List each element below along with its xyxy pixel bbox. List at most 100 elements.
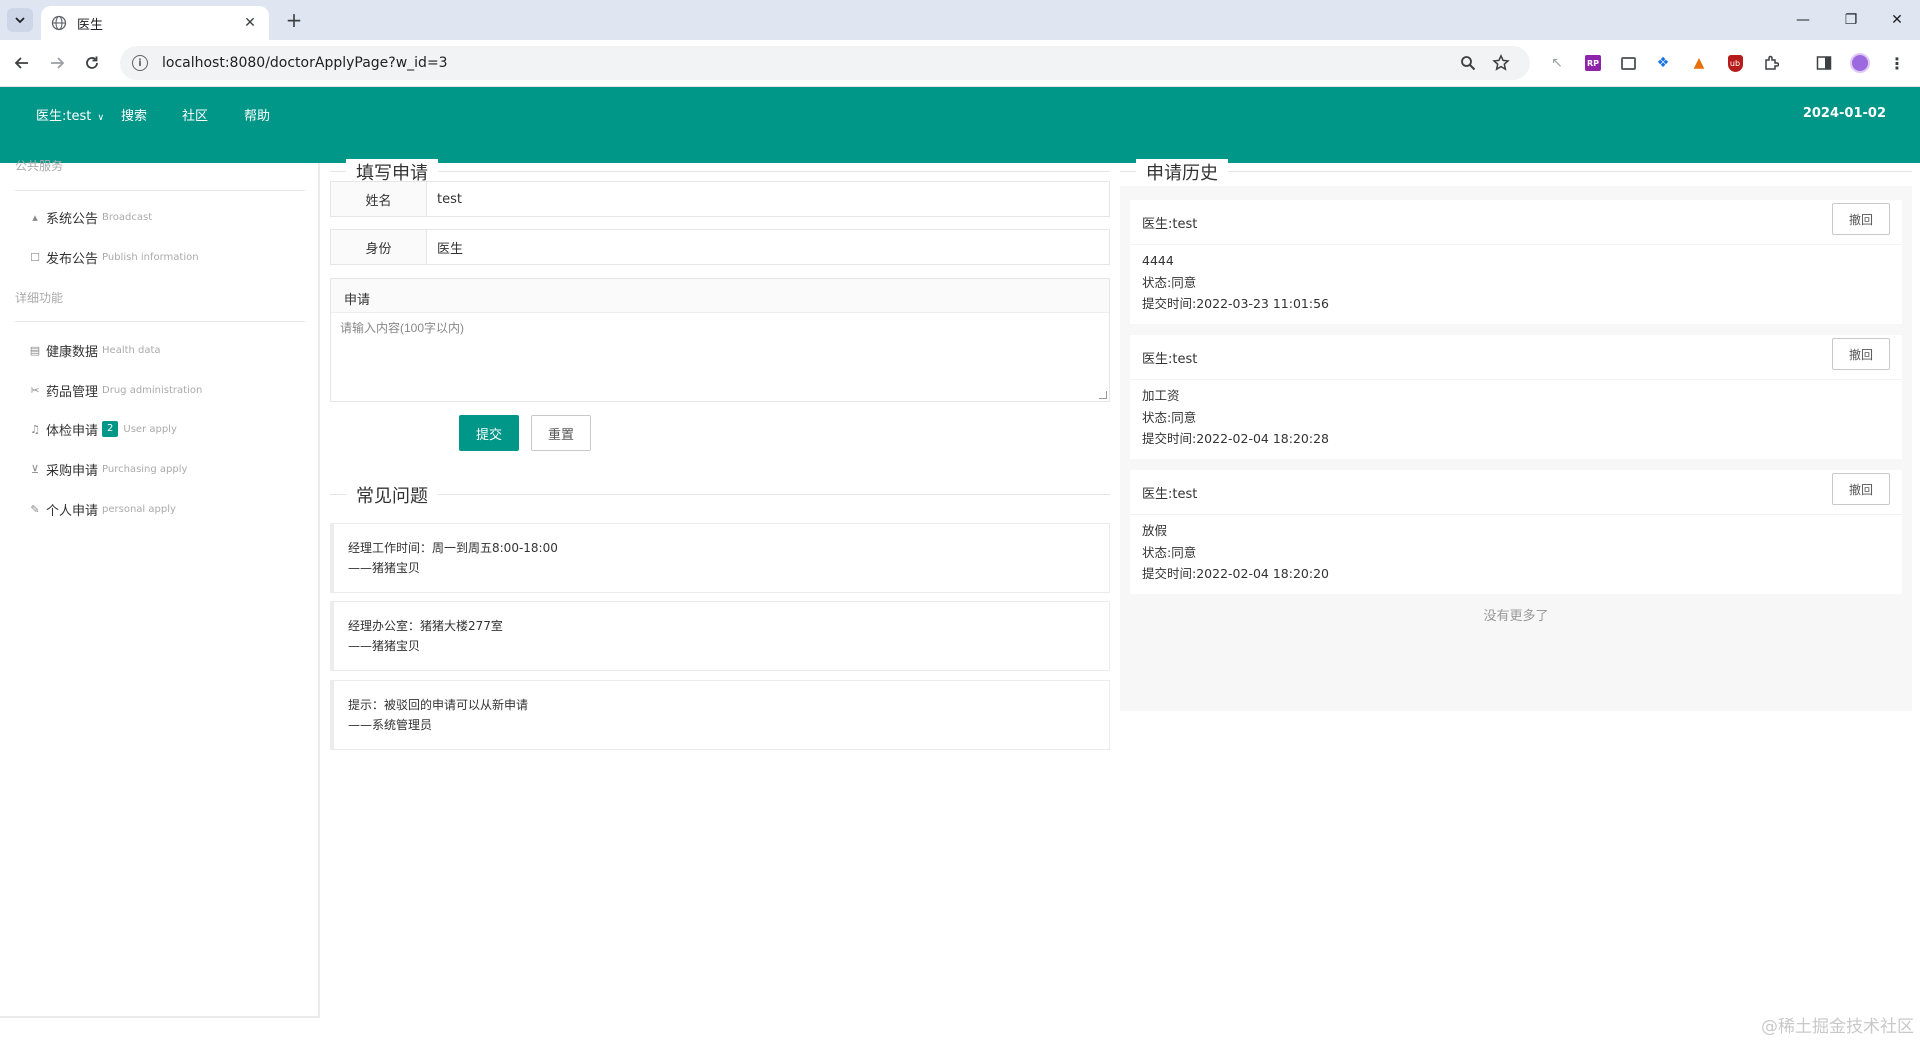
name-label: 姓名 — [331, 182, 427, 216]
history-author: 医生:test — [1142, 487, 1198, 502]
sidebar-item-label: 采购申请 — [46, 463, 99, 479]
submit-button[interactable]: 提交 — [459, 415, 519, 451]
name-field[interactable]: test — [427, 182, 1109, 216]
minimize-icon[interactable]: — — [1788, 8, 1818, 32]
withdraw-button[interactable]: 撤回 — [1832, 338, 1890, 370]
section-divider — [330, 494, 1110, 495]
history-status: 状态:同意 — [1142, 409, 1197, 425]
nav-community[interactable]: 社区 — [182, 105, 208, 124]
apply-box: 申请 — [330, 278, 1110, 402]
window-close-icon[interactable]: ✕ — [1882, 8, 1912, 32]
watermark: @稀土掘金技术社区 — [1761, 1017, 1914, 1037]
bookmark-star-icon[interactable] — [1492, 46, 1510, 80]
apply-textarea[interactable] — [331, 313, 1109, 401]
history-divider — [1130, 379, 1902, 380]
extension-rp-icon[interactable]: RP — [1582, 52, 1604, 74]
sidebar-item-broadcast[interactable]: ▴ 系统公告 Broadcast — [28, 207, 152, 227]
sidebar-item-drug[interactable]: ✂ 药品管理 Drug administration — [28, 380, 202, 400]
faq-section-title: 常见问题 — [346, 482, 438, 508]
extension-shield-icon[interactable]: ub — [1724, 52, 1746, 74]
identity-row: 身份 医生 — [330, 229, 1110, 265]
resize-grip-icon[interactable] — [1099, 391, 1107, 399]
chevron-down-icon: ∨ — [97, 113, 105, 123]
faq-item: 提示：被驳回的申请可以从新申请 ——系统管理员 — [330, 680, 1110, 750]
back-icon[interactable] — [10, 51, 34, 75]
faq-author: ——系统管理员 — [348, 718, 433, 732]
sidebar-item-subtitle: Broadcast — [102, 211, 153, 223]
sidebar-item-personal[interactable]: ✎ 个人申请 personal apply — [28, 499, 176, 519]
drug-icon: ✂ — [30, 383, 40, 397]
history-author: 医生:test — [1142, 352, 1198, 367]
sidebar-divider — [15, 190, 305, 191]
sidebar-item-label: 体检申请 — [46, 423, 99, 439]
faq-item: 经理办公室：猪猪大楼277室 ——猪猪宝贝 — [330, 601, 1110, 671]
tab-title: 医生 — [77, 17, 104, 33]
url-text: localhost:8080/doctorApplyPage?w_id=3 — [162, 55, 448, 71]
history-body: 加工资 状态:同意 提交时间:2022-02-04 18:20:28 — [1142, 385, 1329, 450]
reload-icon[interactable] — [80, 51, 104, 75]
cart-icon: ⊻ — [30, 462, 40, 476]
sidebar-item-purchase[interactable]: ⊻ 采购申请 Purchasing apply — [28, 459, 187, 479]
identity-label: 身份 — [331, 230, 427, 264]
profile-avatar-icon[interactable] — [1849, 52, 1871, 74]
site-info-icon[interactable]: i — [132, 55, 148, 71]
history-body: 放假 状态:同意 提交时间:2022-02-04 18:20:20 — [1142, 520, 1329, 585]
sidebar-item-subtitle: Publish information — [102, 251, 199, 263]
sidebar-item-health[interactable]: ▤ 健康数据 Health data — [28, 340, 161, 360]
section-divider — [330, 171, 1110, 172]
history-time: 提交时间:2022-03-23 11:01:56 — [1142, 296, 1329, 311]
sidebar-item-label: 药品管理 — [46, 384, 99, 400]
history-status: 状态:同意 — [1142, 544, 1197, 560]
new-tab-icon[interactable]: + — [282, 8, 306, 32]
history-status: 状态:同意 — [1142, 274, 1197, 290]
nav-search[interactable]: 搜索 — [121, 105, 147, 124]
history-item: 医生:test 撤回 加工资 状态:同意 提交时间:2022-02-04 18:… — [1130, 335, 1902, 459]
reset-button[interactable]: 重置 — [531, 415, 591, 451]
sidebar-group-public: 公共服务 — [15, 159, 64, 173]
apply-label: 申请 — [331, 279, 1109, 313]
restore-icon[interactable]: ❐ — [1836, 8, 1866, 32]
forward-icon[interactable] — [45, 51, 69, 75]
extension-alert-icon[interactable]: ▲ — [1688, 52, 1710, 74]
history-content: 放假 — [1142, 523, 1168, 538]
history-author: 医生:test — [1142, 217, 1198, 232]
sidebar-item-subtitle: Purchasing apply — [102, 463, 188, 475]
tab-search-button[interactable] — [7, 8, 33, 32]
sidebar-item-publish[interactable]: ☐ 发布公告 Publish information — [28, 247, 199, 267]
zoom-icon[interactable] — [1460, 46, 1476, 80]
sidebar-item-label: 健康数据 — [46, 344, 99, 360]
history-time: 提交时间:2022-02-04 18:20:28 — [1142, 431, 1329, 446]
user-menu[interactable]: 医生:test ∨ — [36, 105, 104, 124]
globe-icon — [51, 15, 67, 31]
sidebar-item-checkup[interactable]: ♫ 体检申请 2 User apply — [28, 419, 177, 439]
broadcast-icon: ▴ — [32, 210, 38, 224]
withdraw-button[interactable]: 撤回 — [1832, 473, 1890, 505]
browser-tab[interactable]: 医生 ✕ — [41, 6, 269, 40]
sidepanel-icon[interactable] — [1813, 52, 1835, 74]
sidebar-item-subtitle: personal apply — [102, 503, 176, 515]
history-time: 提交时间:2022-02-04 18:20:20 — [1142, 566, 1329, 581]
sidebar-item-label: 系统公告 — [46, 211, 99, 227]
nav-help[interactable]: 帮助 — [244, 105, 270, 124]
sidebar-item-subtitle: User apply — [123, 423, 177, 435]
sidebar-divider — [15, 321, 305, 322]
close-icon[interactable]: ✕ — [241, 15, 259, 31]
browser-menu-icon[interactable]: ⋮ — [1886, 52, 1908, 74]
chevron-down-icon — [15, 17, 25, 24]
extension-layers-icon[interactable]: ❖ — [1652, 52, 1674, 74]
no-more-text: 没有更多了 — [1483, 609, 1549, 624]
identity-field[interactable]: 医生 — [427, 230, 1109, 264]
extension-cursor-icon[interactable]: ↖ — [1546, 52, 1568, 74]
history-body: 4444 状态:同意 提交时间:2022-03-23 11:01:56 — [1142, 250, 1329, 315]
name-row: 姓名 test — [330, 181, 1110, 217]
extensions-puzzle-icon[interactable] — [1760, 52, 1782, 74]
extension-grid-icon[interactable] — [1617, 52, 1639, 74]
header-date: 2024-01-02 — [1802, 106, 1886, 121]
pencil-icon: ✎ — [30, 502, 40, 516]
address-bar[interactable]: i localhost:8080/doctorApplyPage?w_id=3 — [120, 46, 1530, 80]
history-panel: 医生:test 撤回 4444 状态:同意 提交时间:2022-03-23 11… — [1120, 186, 1912, 711]
history-divider — [1130, 244, 1902, 245]
faq-author: ——猪猪宝贝 — [348, 561, 421, 575]
sidebar: 公共服务 ▴ 系统公告 Broadcast ☐ 发布公告 Publish inf… — [0, 159, 320, 1018]
withdraw-button[interactable]: 撤回 — [1832, 203, 1890, 235]
